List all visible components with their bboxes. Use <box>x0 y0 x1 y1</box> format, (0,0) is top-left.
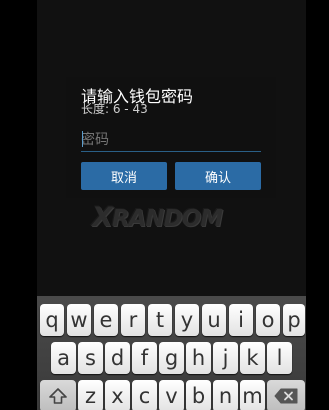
key-h[interactable]: h <box>186 342 211 374</box>
key-n[interactable]: n <box>213 380 238 410</box>
key-l[interactable]: l <box>267 342 292 374</box>
key-y[interactable]: y <box>175 304 199 336</box>
key-q[interactable]: q <box>40 304 64 336</box>
key-e[interactable]: e <box>94 304 118 336</box>
key-i[interactable]: i <box>229 304 253 336</box>
key-m[interactable]: m <box>240 380 265 410</box>
key-u[interactable]: u <box>202 304 226 336</box>
key-w[interactable]: w <box>67 304 91 336</box>
text-cursor <box>82 131 83 147</box>
left-bezel <box>0 0 37 410</box>
key-v[interactable]: v <box>159 380 184 410</box>
soft-keyboard: q w e r t y u i o p a s d f g h j k l z … <box>37 296 306 410</box>
logo-first-letter: X <box>92 202 113 233</box>
key-x[interactable]: x <box>105 380 130 410</box>
xrandom-logo: XRANDOM <box>92 202 252 234</box>
backspace-key[interactable] <box>267 380 305 410</box>
key-p[interactable]: p <box>283 304 305 336</box>
key-b[interactable]: b <box>186 380 211 410</box>
shift-arrow-icon <box>49 388 67 404</box>
key-f[interactable]: f <box>132 342 157 374</box>
right-bezel <box>306 0 329 410</box>
key-k[interactable]: k <box>240 342 265 374</box>
length-hint: 长度: 6 - 43 <box>81 102 148 116</box>
key-t[interactable]: t <box>148 304 172 336</box>
password-input[interactable] <box>81 127 261 151</box>
key-c[interactable]: c <box>132 380 157 410</box>
key-r[interactable]: r <box>121 304 145 336</box>
backspace-icon <box>274 388 298 404</box>
shift-key[interactable] <box>40 380 76 410</box>
key-a[interactable]: a <box>51 342 76 374</box>
password-dialog: 请输入钱包密码 长度: 6 - 43 取消 确认 <box>66 77 276 198</box>
key-z[interactable]: z <box>78 380 103 410</box>
key-d[interactable]: d <box>105 342 130 374</box>
key-o[interactable]: o <box>256 304 280 336</box>
logo-rest: RANDOM <box>111 206 223 232</box>
confirm-button[interactable]: 确认 <box>175 162 261 190</box>
cancel-button[interactable]: 取消 <box>81 162 167 190</box>
key-g[interactable]: g <box>159 342 184 374</box>
key-j[interactable]: j <box>213 342 238 374</box>
key-s[interactable]: s <box>78 342 103 374</box>
input-underline <box>81 151 261 152</box>
